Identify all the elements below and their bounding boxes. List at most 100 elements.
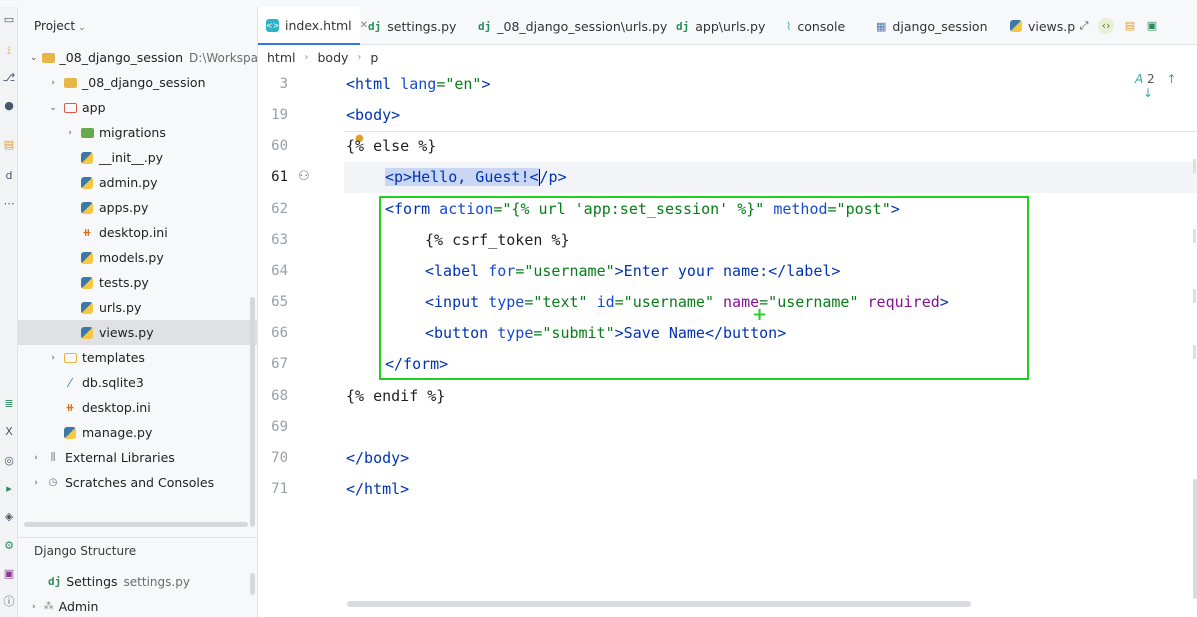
tab-label: console: [797, 18, 846, 34]
editor-tabs: <> index.html ✕ dj settings.py dj _08_dj…: [258, 7, 1197, 45]
tree-item[interactable]: tests.py: [18, 270, 257, 295]
tree-item[interactable]: __init__.py: [18, 145, 257, 170]
chevron-right-icon[interactable]: ›: [30, 453, 42, 463]
folder-green-icon: [80, 126, 94, 140]
close-icon[interactable]: ✕: [360, 20, 368, 31]
project-vertical-scrollbar[interactable]: [250, 297, 255, 527]
django-settings-hint: settings.py: [123, 574, 190, 589]
preview-icon[interactable]: ▤: [1122, 18, 1138, 34]
django-structure-admin[interactable]: › ⁂ Admin: [32, 599, 98, 614]
code-line-19: <body>: [346, 106, 401, 124]
tree-item-path-hint: D:\Workspac: [189, 50, 258, 65]
breadcrumb-body[interactable]: body: [317, 50, 348, 65]
tree-item[interactable]: ⁄ db.sqlite3: [18, 370, 257, 395]
chevron-right-icon[interactable]: ›: [64, 128, 76, 138]
line-number: 70: [271, 450, 288, 466]
line-number: 67: [271, 356, 288, 372]
chevron-down-icon[interactable]: ⌄: [30, 53, 38, 63]
django-admin-label: Admin: [58, 599, 99, 614]
django-icon[interactable]: d: [2, 169, 16, 183]
tree-item-label: desktop.ini: [99, 225, 168, 240]
django-icon: dj: [368, 19, 382, 33]
tree-item[interactable]: models.py: [18, 245, 257, 270]
run-icon[interactable]: ▸: [2, 482, 16, 496]
tab-label: index.html: [285, 17, 352, 33]
tab-label: settings.py: [387, 18, 457, 34]
terminal-icon[interactable]: ▣: [2, 567, 16, 581]
tree-item[interactable]: admin.py: [18, 170, 257, 195]
django-structure-settings[interactable]: dj Settings settings.py: [48, 574, 190, 589]
arrow-up-icon[interactable]: ↑: [1167, 72, 1177, 86]
tree-item[interactable]: › migrations: [18, 120, 257, 145]
editor-horizontal-scrollbar[interactable]: [347, 601, 971, 607]
expand-icon[interactable]: ⤢: [1076, 18, 1092, 34]
code-editor[interactable]: 3 19 60 61 62 63 64 65 66 67 68 69 70 71 ⚇ ● A 2 ↑ ↓ …: [258, 69, 1197, 617]
admin-icon: ⁂: [43, 601, 54, 612]
problems-icon[interactable]: ⓘ: [2, 595, 16, 609]
database-icon[interactable]: ≣: [2, 397, 16, 411]
chevron-right-icon[interactable]: ›: [47, 353, 59, 363]
tree-item-label: apps.py: [99, 200, 149, 215]
tree-item-label: _08_django_session: [59, 50, 184, 65]
tree-item-label: __init__.py: [99, 150, 164, 165]
inspection-widget[interactable]: A 2 ↑ ↓: [1135, 72, 1197, 100]
line-number: 69: [271, 419, 288, 435]
editor-vertical-scrollbar[interactable]: [1193, 479, 1197, 599]
chevron-right-icon[interactable]: ›: [30, 478, 42, 488]
line-number: 3: [279, 76, 288, 92]
more-icon[interactable]: ⋯: [2, 197, 16, 211]
breadcrumb-html[interactable]: html: [267, 50, 295, 65]
tree-item[interactable]: › _08_django_session: [18, 70, 257, 95]
scroll-marker: [1193, 289, 1196, 303]
tab-app-urls-py[interactable]: dj app\urls.py: [676, 7, 765, 45]
tree-item[interactable]: apps.py: [18, 195, 257, 220]
scratches-icon: ◷: [48, 477, 58, 488]
chevron-down-icon[interactable]: ⌄: [47, 103, 59, 113]
tree-item[interactable]: urls.py: [18, 295, 257, 320]
tab-console[interactable]: ⌇ console: [786, 7, 845, 45]
chevron-right-icon: ›: [304, 51, 309, 63]
tab-label: _08_django_session\urls.py: [497, 18, 668, 34]
tree-item[interactable]: ⌄ app: [18, 95, 257, 120]
tree-item[interactable]: ⌄ _08_django_session D:\Workspac: [18, 45, 258, 70]
layers-icon[interactable]: ◈: [2, 510, 16, 524]
tree-item[interactable]: views.py: [18, 320, 257, 345]
tab-django-session[interactable]: ▦ django_session: [876, 7, 988, 45]
tree-item[interactable]: manage.py: [18, 420, 257, 445]
tree-item[interactable]: › ⫼ External Libraries: [18, 445, 257, 470]
browser-icon[interactable]: ▣: [1144, 18, 1160, 34]
tab-project-urls-py[interactable]: dj _08_django_session\urls.py: [478, 7, 667, 45]
code-line-60: {% else %}: [346, 137, 437, 155]
tree-item-label: _08_django_session: [82, 75, 206, 90]
project-tool-icon[interactable]: ▭: [2, 13, 16, 27]
code-view-icon[interactable]: ‹›: [1098, 18, 1114, 34]
libraries-icon: ⫼: [50, 452, 56, 463]
branches-icon[interactable]: ⎇: [2, 71, 16, 85]
commit-icon[interactable]: ⟟: [2, 44, 16, 58]
project-horizontal-scrollbar[interactable]: [24, 522, 248, 527]
breadcrumb-p[interactable]: p: [370, 50, 378, 65]
tree-item-label: desktop.ini: [82, 400, 151, 415]
services-icon[interactable]: ◎: [2, 454, 16, 468]
structure-icon[interactable]: ▤: [2, 138, 16, 152]
settings-gear-icon[interactable]: ⚙: [2, 539, 16, 553]
project-pane-header[interactable]: Project ⌄: [34, 19, 86, 33]
line-number-gutter: 3 19 60 61 62 63 64 65 66 67 68 69 70 71: [258, 69, 344, 617]
tree-item[interactable]: ⧺ desktop.ini: [18, 395, 257, 420]
chevron-right-icon[interactable]: ›: [47, 78, 59, 88]
arrow-down-icon[interactable]: ↓: [1143, 86, 1153, 100]
tree-item[interactable]: ⧺ desktop.ini: [18, 220, 257, 245]
tree-item[interactable]: › templates: [18, 345, 257, 370]
excel-icon[interactable]: X: [2, 425, 16, 439]
code-line-61: <p>Hello, Guest!</p>: [385, 168, 567, 186]
tab-views-py[interactable]: views.p: [1010, 7, 1075, 45]
tree-item-label: manage.py: [82, 425, 153, 440]
tree-item[interactable]: › ◷ Scratches and Consoles: [18, 470, 257, 495]
git-blame-icon[interactable]: ⚇: [298, 169, 310, 184]
django-structure-scrollbar[interactable]: [250, 573, 255, 595]
code-line-71: </html>: [346, 480, 410, 498]
tab-index-html[interactable]: <> index.html ✕: [258, 7, 368, 45]
ini-file-icon: ⧺: [65, 401, 75, 414]
github-icon[interactable]: ●: [2, 99, 16, 113]
tab-settings-py[interactable]: dj settings.py: [368, 7, 456, 45]
